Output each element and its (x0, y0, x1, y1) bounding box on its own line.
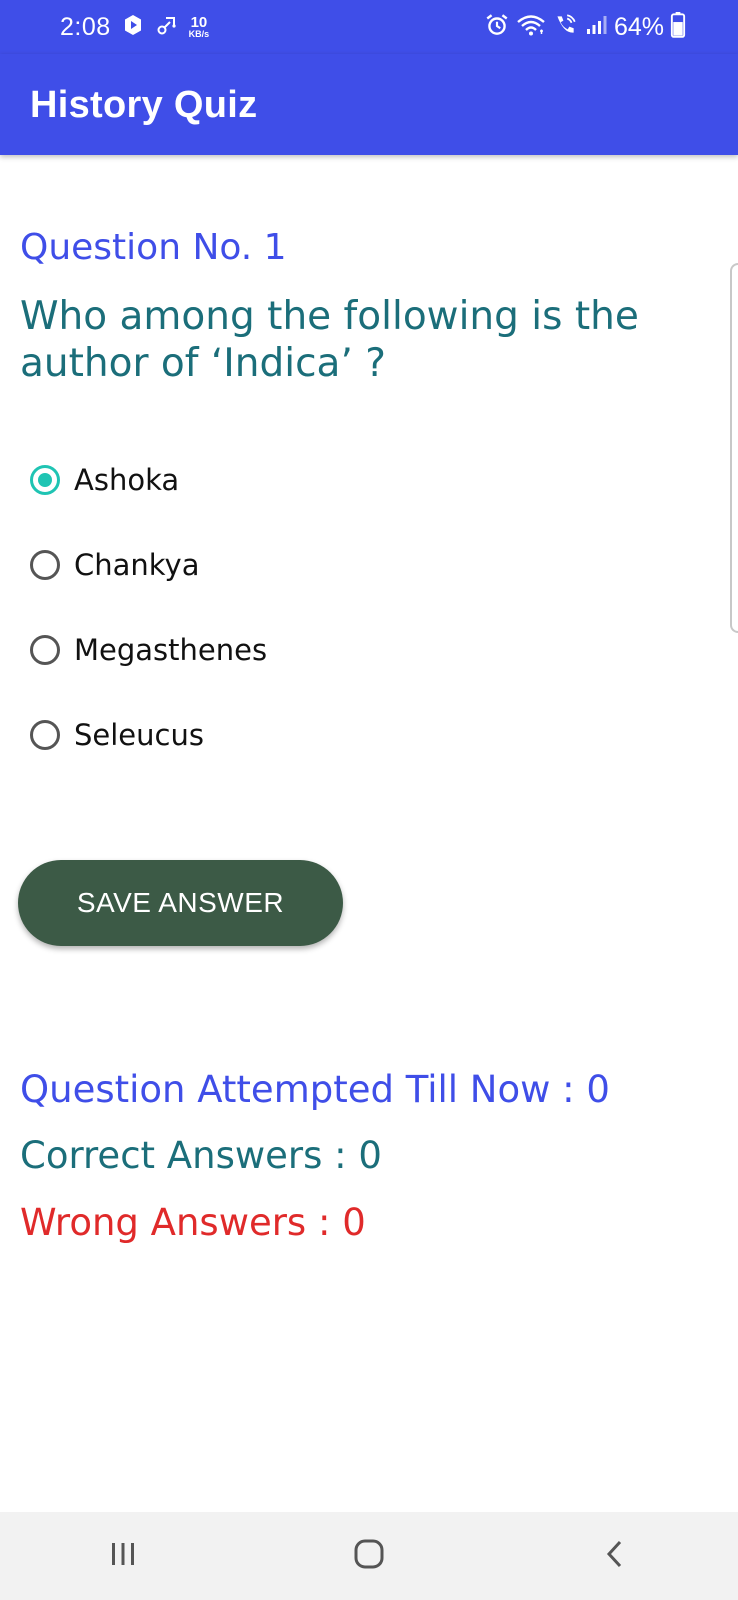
status-bar-right: 64% (484, 10, 686, 44)
network-speed: 10 KB/s (189, 15, 210, 39)
back-button[interactable] (555, 1521, 675, 1591)
share-link-icon (155, 13, 179, 41)
edge-panel-handle[interactable] (730, 263, 738, 633)
wrong-answers-count: Wrong Answers : 0 (20, 1201, 366, 1244)
option-label: Ashoka (74, 463, 180, 497)
home-icon (353, 1538, 385, 1574)
battery-percentage: 64% (613, 12, 664, 41)
network-speed-value: 10 (190, 14, 208, 31)
option-megasthenes[interactable]: Megasthenes (27, 622, 427, 678)
option-ashoka[interactable]: Ashoka (27, 452, 427, 508)
radio-button[interactable] (30, 635, 60, 665)
option-seleucus[interactable]: Seleucus (27, 707, 427, 763)
alarm-icon (484, 12, 510, 42)
option-chankya[interactable]: Chankya (27, 537, 427, 593)
recent-apps-icon (108, 1540, 138, 1572)
back-icon (603, 1538, 627, 1574)
question-text: Who among the following is the author of… (20, 294, 639, 386)
status-bar: 2:08 10 KB/s 64% (0, 0, 738, 54)
app-bar: History Quiz (0, 54, 738, 155)
media-play-icon (121, 13, 145, 41)
question-number: Question No. 1 (20, 227, 287, 268)
network-speed-unit: KB/s (188, 29, 210, 39)
correct-answers-count: Correct Answers : 0 (20, 1134, 382, 1177)
wifi-icon (516, 12, 546, 42)
radio-button[interactable] (30, 550, 60, 580)
radio-button-checked[interactable] (30, 465, 60, 495)
save-answer-button[interactable]: SAVE ANSWER (18, 860, 343, 946)
radio-button[interactable] (30, 720, 60, 750)
signal-bars-icon (584, 13, 608, 41)
system-navigation-bar (0, 1512, 738, 1600)
recent-apps-button[interactable] (63, 1521, 183, 1591)
wifi-calling-icon (552, 12, 578, 42)
home-button[interactable] (309, 1521, 429, 1591)
option-label: Chankya (74, 548, 200, 582)
status-bar-left: 2:08 10 KB/s (60, 10, 209, 44)
option-label: Megasthenes (74, 633, 268, 667)
status-time: 2:08 (60, 12, 111, 41)
app-title: History Quiz (30, 84, 258, 126)
questions-attempted-count: Question Attempted Till Now : 0 (20, 1068, 610, 1111)
battery-icon (670, 12, 686, 42)
option-label: Seleucus (74, 718, 204, 752)
